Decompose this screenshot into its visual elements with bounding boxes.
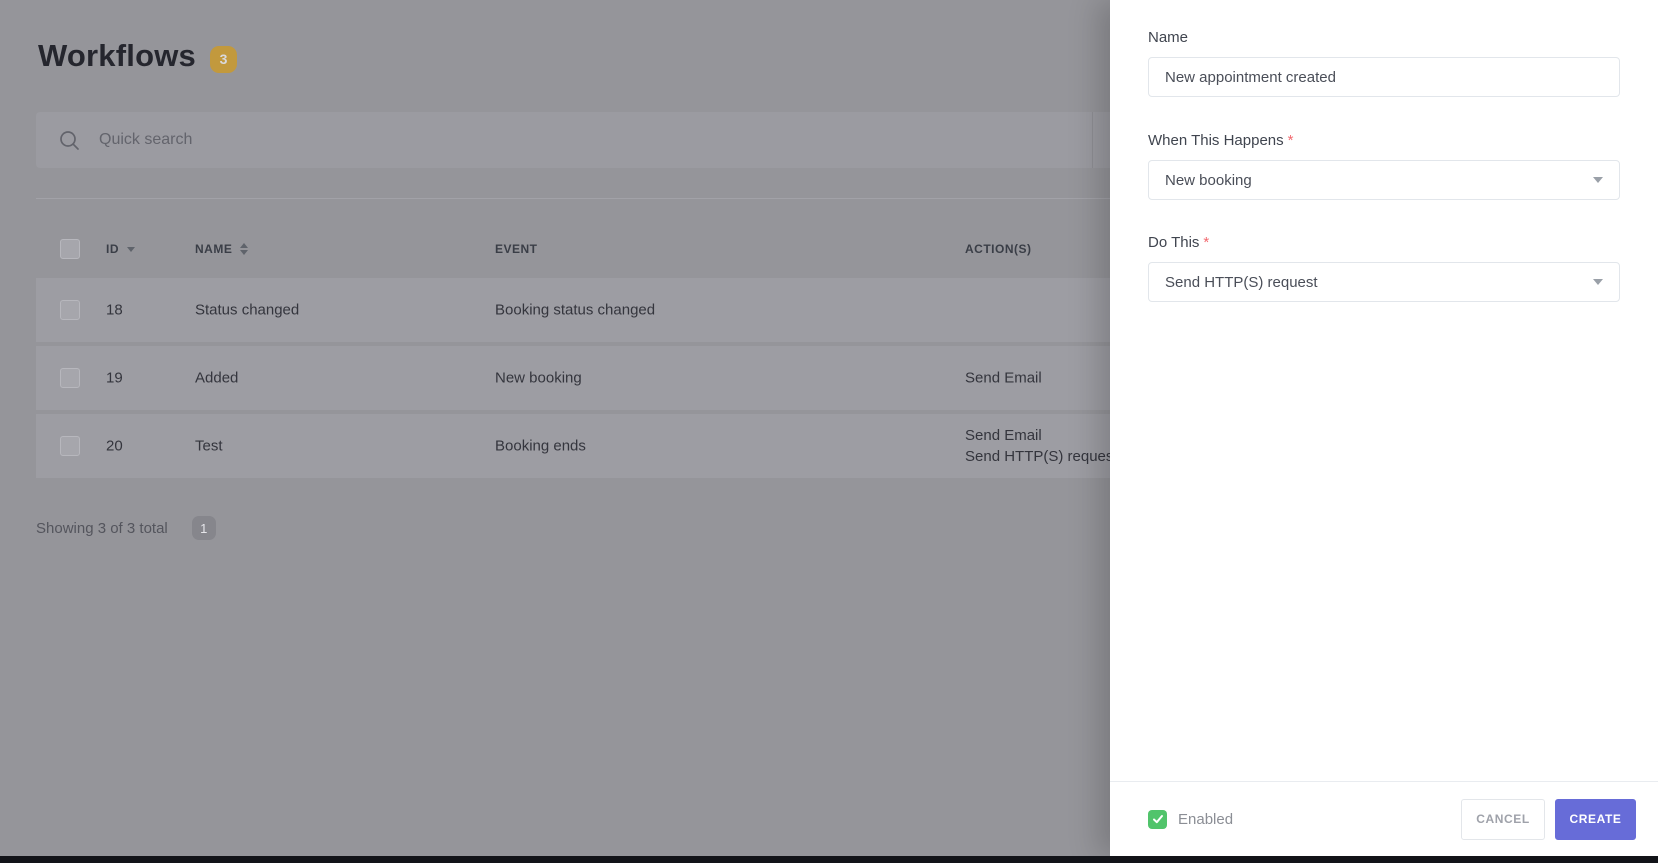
column-header-actions[interactable]: ACTION(S) [965, 242, 1032, 256]
enabled-toggle[interactable]: Enabled [1148, 809, 1461, 829]
sort-both-icon [240, 243, 249, 255]
create-workflow-drawer: Name New appointment created When This H… [1110, 0, 1658, 856]
app-window: Workflows 3 Quick search ID NAME EVENT A… [0, 0, 1658, 863]
when-this-happens-label: When This Happens * [1148, 132, 1294, 149]
page-header: Workflows 3 [38, 38, 237, 74]
cell-actions: Send Email Send HTTP(S) request [965, 427, 1118, 465]
row-checkbox[interactable] [60, 436, 80, 456]
when-this-happens-select[interactable]: New booking [1148, 160, 1620, 200]
row-checkbox[interactable] [60, 300, 80, 320]
create-button[interactable]: CREATE [1555, 798, 1636, 840]
enabled-label: Enabled [1178, 810, 1234, 828]
select-all-checkbox[interactable] [60, 239, 80, 259]
window-bottom-edge [0, 856, 1658, 863]
cell-id: 19 [106, 369, 123, 387]
column-header-name[interactable]: NAME [195, 242, 249, 256]
enabled-checkbox-checked[interactable] [1148, 809, 1167, 829]
cell-name: Status changed [195, 301, 300, 319]
chevron-down-icon [1593, 177, 1603, 183]
sort-desc-icon [127, 246, 135, 252]
cell-actions: Send Email [965, 369, 1042, 387]
column-header-id[interactable]: ID [106, 242, 135, 256]
cell-event: Booking status changed [495, 301, 656, 319]
cell-event: Booking ends [495, 437, 586, 455]
cell-name: Test [195, 437, 223, 455]
table-footer: Showing 3 of 3 total 1 [36, 516, 216, 540]
page-title: Workflows [38, 38, 196, 73]
cell-id: 20 [106, 437, 123, 455]
cell-event: New booking [495, 369, 582, 387]
results-summary: Showing 3 of 3 total [36, 519, 168, 537]
pagination-page-1[interactable]: 1 [191, 516, 216, 540]
cell-name: Added [195, 369, 239, 387]
do-this-select[interactable]: Send HTTP(S) request [1148, 262, 1620, 302]
workflow-count-badge: 3 [209, 45, 237, 73]
required-asterisk: * [1203, 234, 1210, 251]
drawer-footer: Enabled CANCEL CREATE [1110, 781, 1658, 856]
row-checkbox[interactable] [60, 368, 80, 388]
cell-id: 18 [106, 301, 123, 319]
column-header-event[interactable]: EVENT [495, 242, 538, 256]
chevron-down-icon [1593, 279, 1603, 285]
cancel-button[interactable]: CANCEL [1461, 798, 1545, 840]
required-asterisk: * [1287, 132, 1294, 149]
search-icon [58, 129, 81, 152]
name-field-label: Name [1148, 29, 1189, 46]
search-input[interactable]: Quick search [99, 131, 192, 149]
checkmark-icon [1152, 815, 1163, 824]
do-this-label: Do This * [1148, 234, 1210, 251]
name-input[interactable]: New appointment created [1148, 57, 1620, 97]
search-bar-divider [1092, 112, 1093, 168]
